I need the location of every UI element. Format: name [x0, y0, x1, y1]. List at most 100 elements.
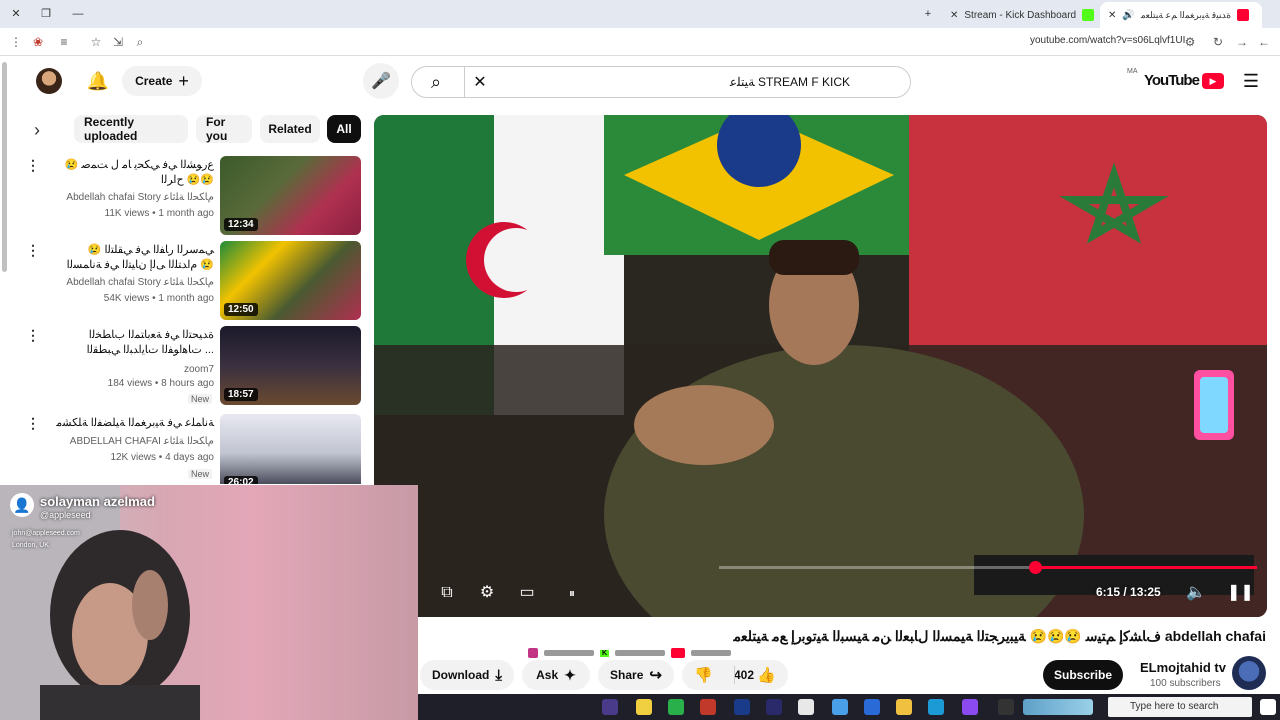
- obs-icon[interactable]: [602, 699, 618, 715]
- channel-name[interactable]: ELmojtahid tv: [1140, 660, 1226, 675]
- seek-handle[interactable]: [1029, 561, 1042, 574]
- video-thumbnail[interactable]: 12:34: [220, 156, 361, 235]
- new-tab-icon[interactable]: +: [920, 6, 936, 22]
- chip-for-you[interactable]: For you: [196, 115, 252, 143]
- download-button[interactable]: Download ⤓: [420, 660, 514, 690]
- chip-related[interactable]: Related: [260, 115, 320, 143]
- chip-recently-uploaded[interactable]: Recently uploaded: [74, 115, 188, 143]
- video-thumbnail[interactable]: 18:57: [220, 326, 361, 405]
- task-view-icon[interactable]: [998, 699, 1014, 715]
- more-options-icon[interactable]: ⋮: [26, 328, 40, 342]
- video-thumbnail[interactable]: 12:50: [220, 241, 361, 320]
- list-item[interactable]: ⋮ 😢 ﻲﻤﺳﺮﻟﺍ ﺭﺎﻔﻟﺍ ﻲﻓ ﻲﻘﻠﺘﻟﺍ ﻡﺍﺪﺘﻠﻟﺍ ﻰﻟﺇ ﻥ…: [20, 241, 365, 321]
- settings-gear-icon[interactable]: ⚙: [475, 581, 499, 605]
- youtube-header: 🔔 Create + 🎤 ⌕ ✕ ﺔﻴﺘﻠﻋ STREAM F KICK You…: [0, 56, 1280, 106]
- url-field[interactable]: youtube.com/watch?v=s06Lqlvf1UI: [1030, 35, 1200, 46]
- webcam-feed: [0, 485, 200, 720]
- app-icon[interactable]: [962, 699, 978, 715]
- browser-tab-bar: ✕ ❐ — + ✕ Stream - Kick Dashboard ✕ 🔊 ﺓﺪ…: [0, 0, 1280, 28]
- reload-icon[interactable]: ↻: [1210, 34, 1226, 50]
- weather-widget[interactable]: [1023, 699, 1093, 715]
- youtube-small-icon: [671, 648, 686, 658]
- back-icon[interactable]: ←: [1256, 34, 1272, 50]
- dislike-button[interactable]: 👎: [694, 666, 713, 684]
- tab-kick-dashboard[interactable]: ✕ Stream - Kick Dashboard: [942, 2, 1098, 28]
- windows-start-icon[interactable]: [1260, 699, 1276, 715]
- youtube-logo[interactable]: YouTube ▶: [1144, 72, 1224, 89]
- tab-search-icon[interactable]: ≡: [56, 34, 72, 50]
- streamer-email: john@appleseed.com: [12, 530, 80, 537]
- close-window-icon[interactable]: ✕: [8, 6, 24, 22]
- social-badges: K: [528, 647, 778, 659]
- minimize-window-icon[interactable]: —: [70, 6, 86, 22]
- app-icon[interactable]: [832, 699, 848, 715]
- tab-close-icon[interactable]: ✕: [950, 10, 958, 21]
- taskbar-search-input[interactable]: Type here to search: [1108, 697, 1252, 717]
- instagram-icon: [528, 648, 538, 658]
- list-item[interactable]: ⋮ ﺓﺪﻴﺤﺘﻟﺍ ﻲﻓ ﺔﻌﺑﺎﺘﻤﻟﺍ ﺏﺎﻄﺨﻟﺍ ﺕﺎﻫﺍﻮﻔﻟﺍ ﺕﺎ…: [20, 326, 365, 406]
- after-effects-icon[interactable]: [766, 699, 782, 715]
- list-item[interactable]: ⋮ 😢 ﻉﺭﻮﺸﻟﺍ ﻲﻓ ﻲﻜﺤﻳ ﺎﻣ ﻝ ﺖﻤﺻ ﺡﺍﺮﻟﺍ 😢😢 Abd…: [20, 156, 365, 236]
- youtube-favicon-icon: [1237, 9, 1250, 21]
- speaker-icon: 🔊: [1122, 9, 1135, 21]
- more-options-icon[interactable]: ⋮: [26, 158, 40, 172]
- search-icon[interactable]: ⌕: [418, 64, 454, 100]
- video-thumbnail[interactable]: 26:02: [220, 414, 361, 484]
- account-avatar[interactable]: [36, 68, 62, 94]
- notifications-bell-icon[interactable]: 🔔: [80, 63, 116, 99]
- kick-favicon-icon: [1082, 9, 1095, 21]
- kick-logo-icon: K: [600, 649, 610, 657]
- chips-scroll-left-icon[interactable]: ›: [34, 120, 40, 141]
- tab-youtube-video[interactable]: ✕ 🔊 ﺓﺪﻨﻴﻗ ﺔﻴﺑﺮﻐﻤﻟﺍ ﻢﻋ ﺔﻴﺘﻠﻌﻣ: [1100, 2, 1262, 28]
- download-arrow-icon: ⤓: [495, 666, 502, 684]
- app-icon[interactable]: [700, 699, 716, 715]
- like-button[interactable]: 👍: [757, 666, 776, 684]
- share-button[interactable]: Share ↪: [598, 660, 674, 690]
- store-icon[interactable]: [864, 699, 880, 715]
- subtitles-icon[interactable]: ▭: [515, 581, 539, 605]
- time-display: 6:15 / 13:25: [1096, 585, 1161, 599]
- hamburger-menu-icon[interactable]: ☰: [1233, 63, 1269, 99]
- pause-icon[interactable]: ❚❚: [1227, 581, 1254, 605]
- photoshop-icon[interactable]: [734, 699, 750, 715]
- zoom-icon[interactable]: ⌕: [132, 34, 148, 50]
- like-count: 402: [733, 668, 754, 682]
- restore-window-icon[interactable]: ❐: [38, 6, 54, 22]
- more-options-icon[interactable]: ⋮: [26, 416, 40, 430]
- tab-close-icon[interactable]: ✕: [1108, 10, 1116, 21]
- share-page-icon[interactable]: ⇲: [110, 34, 126, 50]
- list-item[interactable]: ⋮ ﺔﻧﺎﻤﻠﻋ ﻲﻓ ﺔﻴﺑﺮﻐﻤﻟﺍ ﺔﻴﻠﻀﻔﻟﺍ ﺔﻠﻜﺸﻣ ABDEL…: [20, 414, 365, 484]
- seek-bar[interactable]: [719, 561, 1257, 574]
- extension-icon[interactable]: ❀: [30, 34, 46, 50]
- like-dislike-group: 👍 402 👎: [682, 660, 788, 690]
- plus-icon: +: [178, 70, 189, 91]
- clear-search-icon[interactable]: ✕: [462, 64, 498, 100]
- site-info-icon[interactable]: ⚙: [1182, 34, 1198, 50]
- create-button[interactable]: Create +: [122, 66, 202, 96]
- video-player[interactable]: ❚❚ 🔈 6:15 / 13:25 ⏸ ▭ ⚙ ⧉: [374, 115, 1267, 617]
- file-explorer-icon[interactable]: [896, 699, 912, 715]
- new-badge: New: [188, 469, 213, 479]
- menu-dots-icon[interactable]: ⋮: [8, 34, 24, 50]
- streamer-name: solayman azelmad: [40, 494, 155, 509]
- forward-icon[interactable]: →: [1234, 34, 1250, 50]
- page-scrollbar[interactable]: [2, 62, 7, 272]
- streamer-location: London, UK: [12, 542, 49, 549]
- miniplayer-icon[interactable]: ⧉: [435, 581, 459, 605]
- search-input[interactable]: ﺔﻴﺘﻠﻋ STREAM F KICK: [562, 75, 862, 89]
- more-options-icon[interactable]: ⋮: [26, 243, 40, 257]
- chip-all[interactable]: All: [327, 115, 361, 143]
- autoplay-toggle-icon[interactable]: ⏸: [560, 581, 584, 605]
- app-icon[interactable]: [668, 699, 684, 715]
- app-icon[interactable]: [636, 699, 652, 715]
- chrome-icon[interactable]: [798, 699, 814, 715]
- voice-search-mic-icon[interactable]: 🎤: [363, 63, 399, 99]
- webcam-overlay: 👤 solayman azelmad @appleseed john@apple…: [0, 485, 418, 720]
- os-taskbar: Type here to search: [418, 694, 1280, 720]
- ask-button[interactable]: Ask ✦: [522, 660, 590, 690]
- bookmark-star-icon[interactable]: ☆: [88, 34, 104, 50]
- channel-avatar[interactable]: [1232, 656, 1266, 690]
- volume-icon[interactable]: 🔈: [1184, 581, 1208, 605]
- edge-icon[interactable]: [928, 699, 944, 715]
- subscribe-button[interactable]: Subscribe: [1043, 660, 1123, 690]
